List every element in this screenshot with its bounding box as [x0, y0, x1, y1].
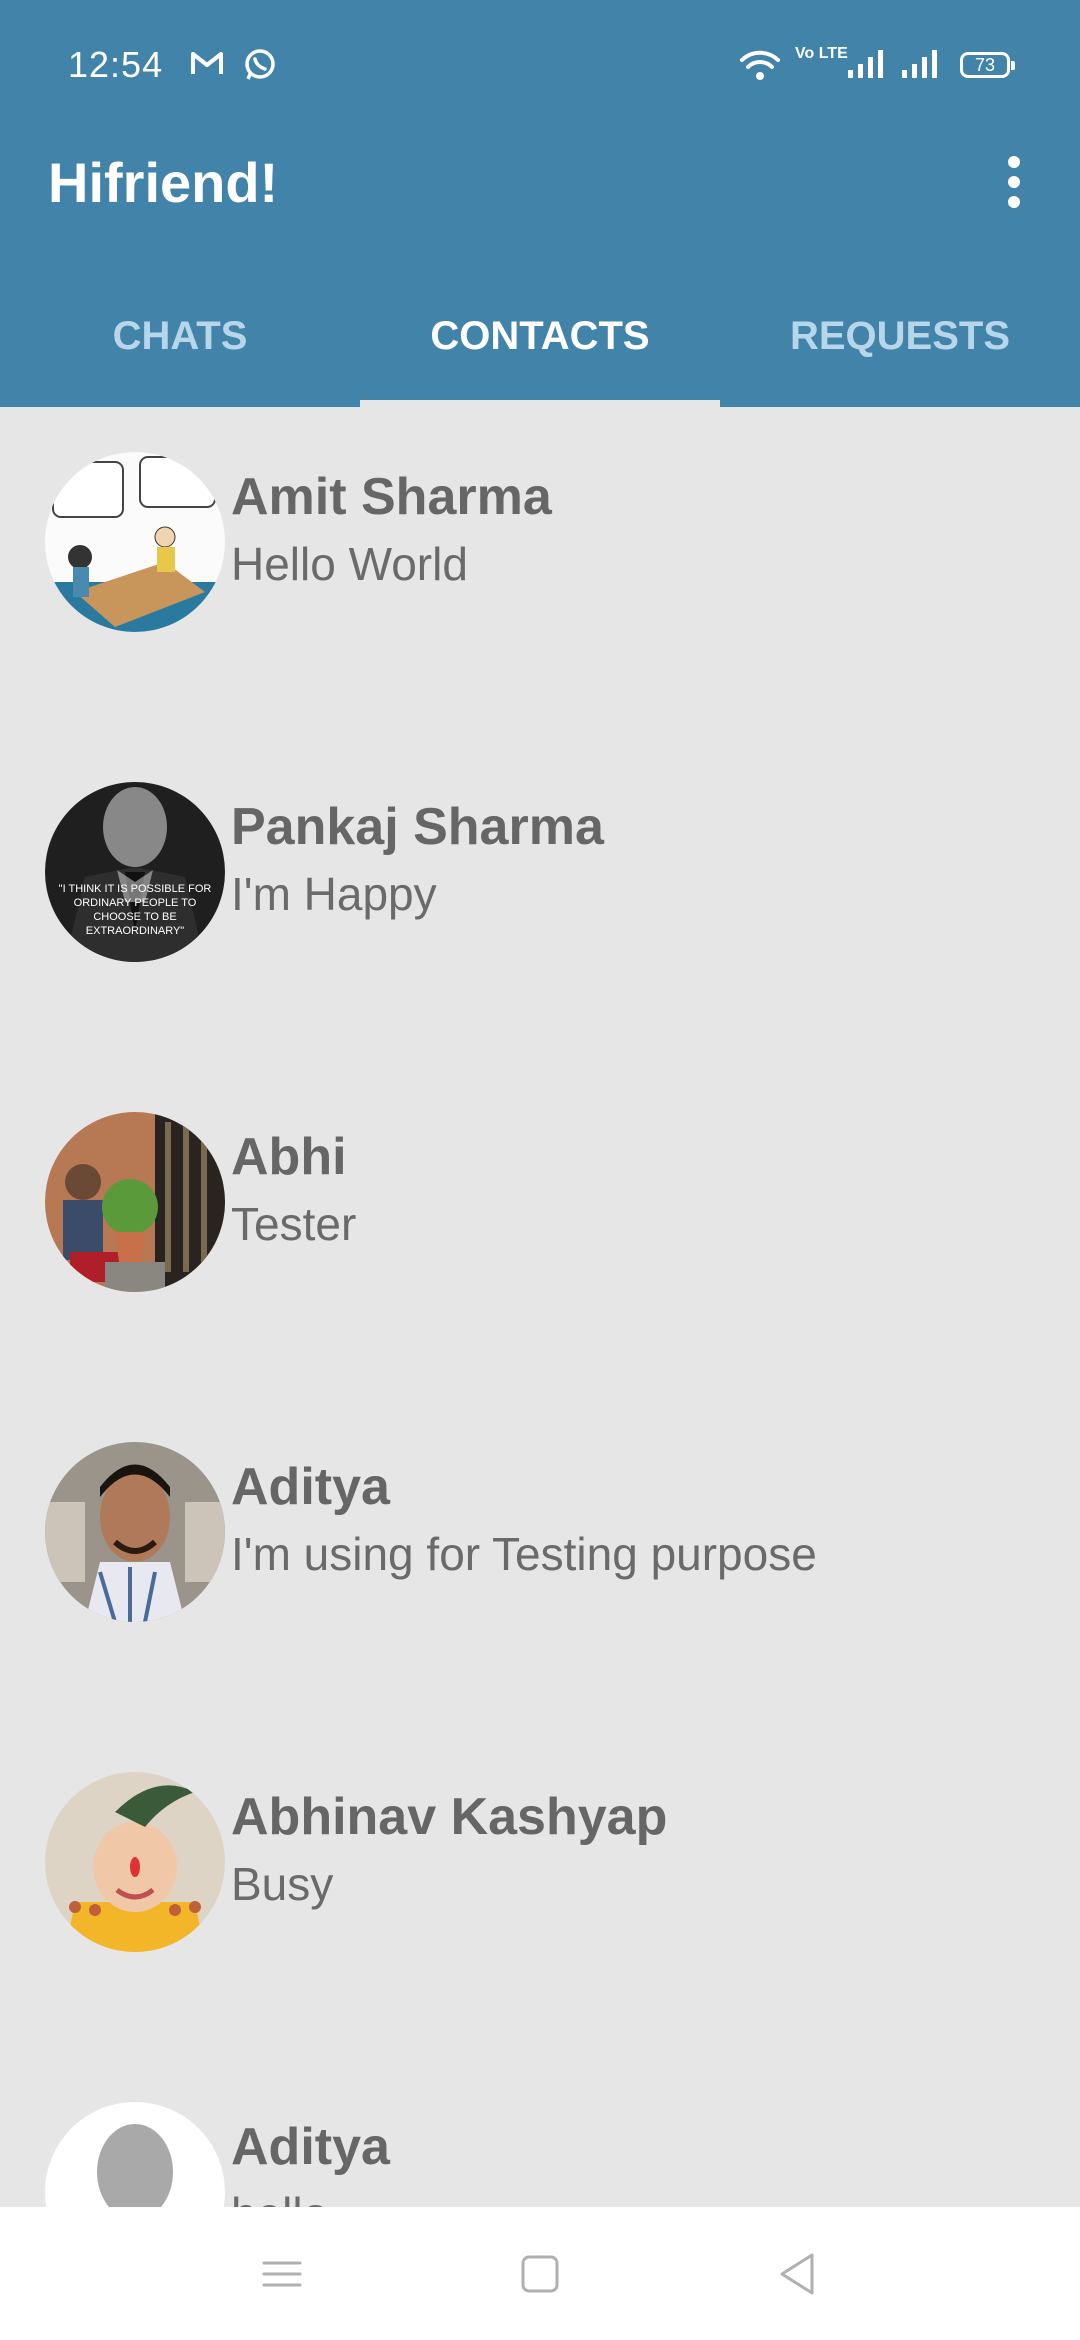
tab-chats[interactable]: CHATS — [0, 280, 360, 407]
status-time: 12:54 — [68, 44, 164, 85]
menu-icon[interactable] — [242, 2237, 322, 2311]
gmail-icon — [190, 50, 224, 81]
contact-status: Busy — [231, 1858, 334, 1910]
contact-name: Aditya — [231, 2118, 390, 2176]
contact-row[interactable]: Abhi Tester — [0, 1067, 1080, 1397]
contact-status: Hello World — [231, 538, 468, 590]
contact-name: Pankaj Sharma — [231, 798, 604, 856]
avatar-quote: "I THINK IT IS POSSIBLE FOR ORDINARY PEO… — [58, 883, 212, 937]
contact-status: Tester — [231, 1198, 357, 1250]
home-icon[interactable] — [500, 2237, 580, 2311]
tab-bar: CHATS CONTACTS REQUESTS — [0, 280, 1080, 407]
avatar — [45, 1772, 225, 1952]
contact-row[interactable]: Aditya I'm using for Testing purpose — [0, 1397, 1080, 1727]
battery-icon: 73 — [960, 52, 1015, 78]
contact-status: I'm Happy — [231, 868, 437, 920]
signal-icon — [900, 48, 942, 85]
contact-row[interactable]: Amit Sharma Hello World — [0, 407, 1080, 737]
status-bar: 12:54 Vo LTE 73 — [0, 0, 1080, 130]
more-vert-icon[interactable] — [996, 150, 1032, 214]
contact-row[interactable]: Abhinav Kashyap Busy — [0, 1727, 1080, 2057]
volte-icon: Vo LTE — [795, 45, 848, 62]
tab-requests[interactable]: REQUESTS — [720, 280, 1080, 407]
contacts-list[interactable]: Amit Sharma Hello World "I THINK IT IS P… — [0, 407, 1080, 2207]
back-icon[interactable] — [758, 2237, 838, 2311]
wifi-icon — [738, 48, 782, 87]
tab-indicator — [360, 400, 720, 407]
contact-row[interactable]: "I THINK IT IS POSSIBLE FOR ORDINARY PEO… — [0, 737, 1080, 1067]
contact-name: Abhinav Kashyap — [231, 1788, 668, 1846]
avatar: "I THINK IT IS POSSIBLE FOR ORDINARY PEO… — [45, 782, 225, 962]
contact-status: I'm using for Testing purpose — [231, 1528, 817, 1580]
avatar — [45, 1112, 225, 1292]
whatsapp-icon — [243, 48, 277, 87]
contact-row[interactable]: Aditya hello — [0, 2057, 1080, 2207]
contact-name: Abhi — [231, 1128, 347, 1186]
contact-name: Aditya — [231, 1458, 390, 1516]
system-nav-bar — [0, 2207, 1080, 2340]
avatar — [45, 452, 225, 632]
avatar — [45, 2102, 225, 2207]
tab-contacts[interactable]: CONTACTS — [360, 280, 720, 407]
signal-icon — [846, 48, 888, 85]
app-title: Hifriend! — [48, 151, 279, 214]
avatar — [45, 1442, 225, 1622]
contact-status: hello — [231, 2187, 328, 2207]
contact-name: Amit Sharma — [231, 468, 552, 526]
